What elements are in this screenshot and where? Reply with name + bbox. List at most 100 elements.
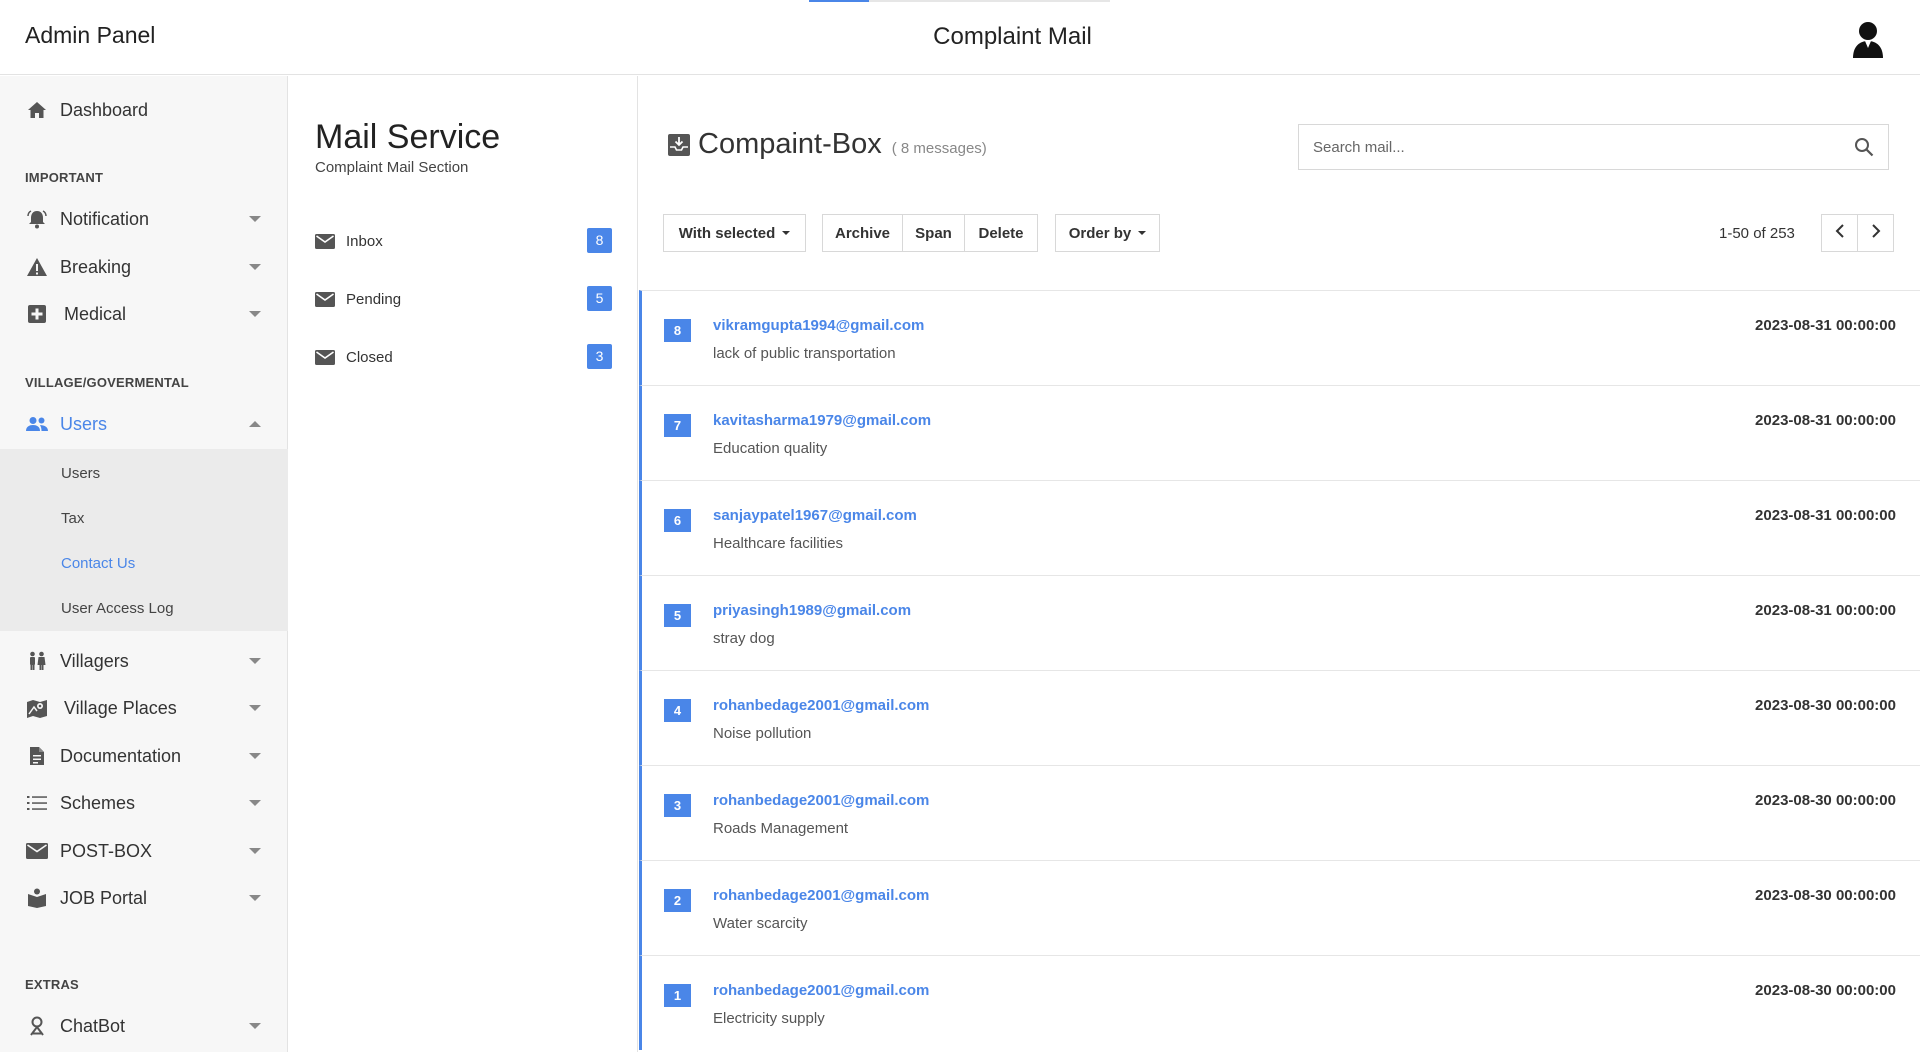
sidebar-label: Documentation: [60, 745, 182, 766]
sidebar-item-users[interactable]: Users: [0, 406, 288, 442]
submenu-item-tax[interactable]: Tax: [61, 510, 84, 527]
mail-number-badge: 8: [664, 319, 691, 342]
mail-sender-link[interactable]: priyasingh1989@gmail.com: [713, 602, 911, 619]
sidebar-item-breaking[interactable]: Breaking: [0, 249, 288, 285]
sidebar-label: Breaking: [60, 256, 132, 277]
page-title: Complaint Mail: [933, 23, 1092, 50]
with-selected-label: With selected: [678, 224, 776, 242]
mail-number-badge: 4: [664, 699, 691, 722]
chevron-down-icon: [249, 800, 261, 806]
with-selected-dropdown[interactable]: With selected: [663, 214, 806, 252]
user-avatar-icon[interactable]: [1851, 20, 1885, 60]
folder-inbox[interactable]: Inbox 8: [315, 228, 612, 256]
mail-row[interactable]: 8 vikramgupta1994@gmail.com lack of publ…: [639, 290, 1920, 385]
mail-subject: Healthcare facilities: [713, 535, 844, 552]
mail-number-badge: 2: [664, 889, 691, 912]
sidebar-item-post-box[interactable]: POST-BOX: [0, 833, 288, 869]
mail-row[interactable]: 7 kavitasharma1979@gmail.com Education q…: [639, 385, 1920, 480]
mail-date: 2023-08-30 00:00:00: [1755, 887, 1896, 904]
complaint-box-header: Compaint-Box ( 8 messages): [668, 128, 987, 161]
mail-row[interactable]: 4 rohanbedage2001@gmail.com Noise pollut…: [639, 670, 1920, 765]
submenu-item-contact-us[interactable]: Contact Us: [61, 555, 135, 572]
folder-count-badge: 5: [587, 286, 612, 311]
section-heading-important: IMPORTANT: [25, 170, 104, 185]
map-icon: [25, 696, 49, 720]
mail-subject: lack of public transportation: [713, 345, 896, 362]
folder-label: Inbox: [346, 233, 383, 250]
delete-label: Delete: [978, 224, 1024, 242]
mail-row[interactable]: 5 priyasingh1989@gmail.com stray dog 202…: [639, 575, 1920, 670]
archive-label: Archive: [834, 224, 891, 242]
folder-pending[interactable]: Pending 5: [315, 286, 612, 314]
sidebar-item-schemes[interactable]: Schemes: [0, 785, 288, 821]
mail-subject: stray dog: [713, 630, 775, 647]
search-input[interactable]: [1313, 125, 1843, 169]
mail-sender-link[interactable]: kavitasharma1979@gmail.com: [713, 412, 931, 429]
chevron-down-icon: [249, 658, 261, 664]
order-by-dropdown[interactable]: Order by: [1055, 214, 1160, 252]
search-icon[interactable]: [1854, 137, 1874, 162]
envelope-icon: [25, 839, 49, 863]
sidebar-item-chatbot[interactable]: ChatBot: [0, 1008, 288, 1044]
mail-sender-link[interactable]: rohanbedage2001@gmail.com: [713, 697, 929, 714]
warning-icon: [25, 255, 49, 279]
next-page-button[interactable]: [1857, 214, 1894, 252]
chevron-right-icon: [1871, 223, 1881, 243]
mail-sender-link[interactable]: vikramgupta1994@gmail.com: [713, 317, 924, 334]
mail-subject: Water scarcity: [713, 915, 808, 932]
mail-number-badge: 5: [664, 604, 691, 627]
envelope-icon: [315, 350, 335, 370]
chevron-down-icon: [249, 848, 261, 854]
loading-progress-bar: [809, 0, 1110, 2]
mail-row[interactable]: 1 rohanbedage2001@gmail.com Electricity …: [639, 955, 1920, 1050]
mail-subject: Roads Management: [713, 820, 849, 837]
section-heading-village: VILLAGE/GOVERMENTAL: [25, 375, 189, 390]
mail-row[interactable]: 6 sanjaypatel1967@gmail.com Healthcare f…: [639, 480, 1920, 575]
mail-date: 2023-08-31 00:00:00: [1755, 507, 1896, 524]
mail-sender-link[interactable]: rohanbedage2001@gmail.com: [713, 982, 929, 999]
mail-number-badge: 7: [664, 414, 691, 437]
search-box: [1298, 124, 1889, 170]
mail-date: 2023-08-30 00:00:00: [1755, 982, 1896, 999]
mail-row[interactable]: 3 rohanbedage2001@gmail.com Roads Manage…: [639, 765, 1920, 860]
users-submenu: Users Tax Contact Us User Access Log: [0, 449, 288, 631]
sidebar-item-notification[interactable]: Notification: [0, 201, 288, 237]
chevron-down-icon: [249, 753, 261, 759]
mail-date: 2023-08-31 00:00:00: [1755, 412, 1896, 429]
sidebar-label: Villagers: [60, 650, 129, 671]
order-by-label: Order by: [1068, 224, 1132, 242]
sidebar-label: ChatBot: [60, 1015, 126, 1036]
submenu-item-users[interactable]: Users: [61, 465, 100, 482]
mail-sender-link[interactable]: rohanbedage2001@gmail.com: [713, 792, 929, 809]
sidebar-item-village-places[interactable]: Village Places: [0, 690, 288, 726]
sidebar-item-documentation[interactable]: Documentation: [0, 738, 288, 774]
sidebar-label: Users: [60, 413, 108, 434]
mail-sender-link[interactable]: rohanbedage2001@gmail.com: [713, 887, 929, 904]
sidebar-item-villagers[interactable]: Villagers: [0, 643, 288, 679]
submenu-item-user-access-log[interactable]: User Access Log: [61, 600, 174, 617]
sidebar-label: Medical: [64, 303, 127, 324]
folder-count-badge: 8: [587, 228, 612, 253]
sidebar-label: POST-BOX: [60, 840, 153, 861]
span-button[interactable]: Span: [902, 214, 965, 252]
sidebar-item-medical[interactable]: Medical: [0, 296, 288, 332]
list-icon: [25, 791, 49, 815]
sidebar-item-dashboard[interactable]: Dashboard: [0, 92, 288, 128]
chevron-down-icon: [249, 311, 261, 317]
progress-fill: [809, 0, 870, 2]
complaint-box-title: Compaint-Box: [698, 128, 882, 160]
span-label: Span: [915, 224, 952, 242]
prev-page-button[interactable]: [1821, 214, 1858, 252]
sidebar-item-job-portal[interactable]: JOB Portal: [0, 880, 288, 916]
villagers-icon: [25, 649, 49, 673]
sidebar-label: Village Places: [64, 697, 177, 718]
sidebar-label: Notification: [60, 208, 150, 229]
chevron-down-icon: [249, 1023, 261, 1029]
archive-button[interactable]: Archive: [822, 214, 903, 252]
chatbot-icon: [25, 1014, 49, 1038]
mail-row[interactable]: 2 rohanbedage2001@gmail.com Water scarci…: [639, 860, 1920, 955]
sidebar-label: Dashboard: [60, 99, 149, 120]
folder-closed[interactable]: Closed 3: [315, 344, 612, 372]
mail-sender-link[interactable]: sanjaypatel1967@gmail.com: [713, 507, 917, 524]
delete-button[interactable]: Delete: [964, 214, 1038, 252]
